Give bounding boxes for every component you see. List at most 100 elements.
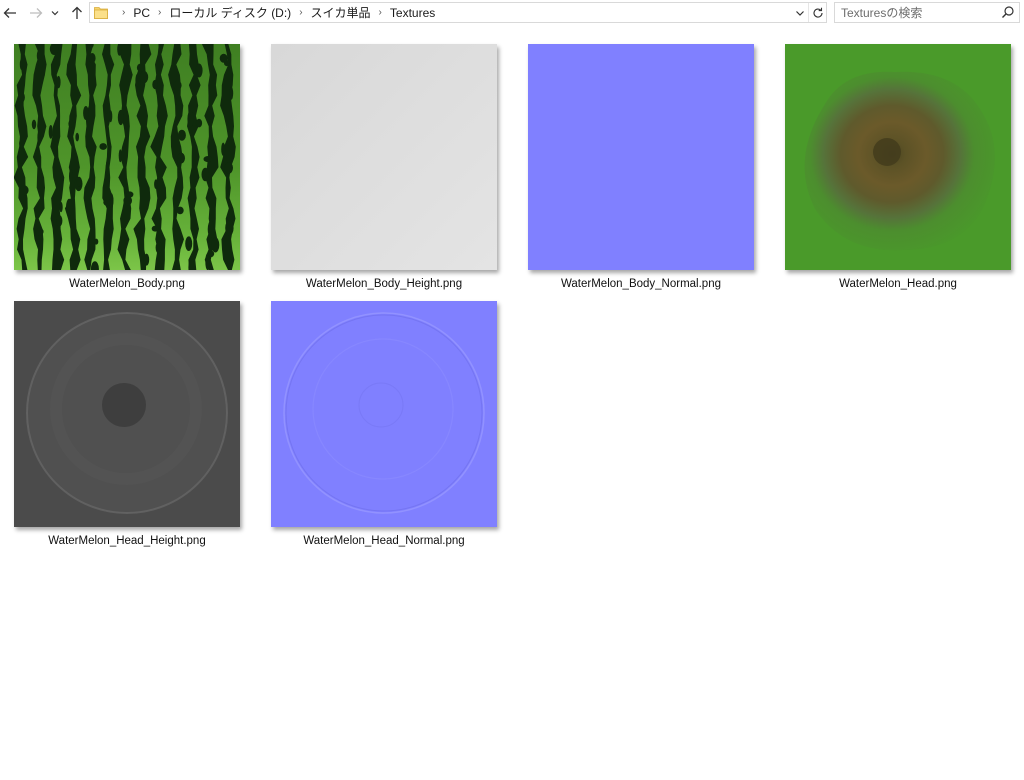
file-name: WaterMelon_Head_Normal.png xyxy=(303,535,465,547)
texture-stripe-blob xyxy=(19,58,23,70)
texture-stripe-blob xyxy=(40,71,45,78)
texture-stripe-blob xyxy=(69,169,73,184)
refresh-button[interactable] xyxy=(808,3,827,22)
texture-stripe-blob xyxy=(187,110,194,128)
texture-stripe-blob xyxy=(139,70,149,84)
texture-stripe-blob xyxy=(59,201,63,213)
texture-stripe-blob xyxy=(151,225,159,232)
chevron-right-icon: › xyxy=(122,7,126,18)
texture-stripe-blob xyxy=(117,109,124,126)
up-button[interactable] xyxy=(67,3,87,23)
search-icon[interactable] xyxy=(1001,5,1015,19)
texture-stripe-blob xyxy=(68,119,74,128)
address-bar[interactable]: › PC › ローカル ディスク (D:) › スイカ単品 › Textures xyxy=(89,2,827,23)
arrow-right-icon xyxy=(30,8,43,18)
texture-stripe-blob xyxy=(177,157,182,173)
file-view: WaterMelon_Body.png WaterMelon_Body_Heig… xyxy=(0,26,1024,780)
texture-stripe-blob xyxy=(94,238,99,245)
file-item[interactable]: WaterMelon_Body.png xyxy=(0,26,250,290)
texture-stripe-blob xyxy=(75,132,79,142)
file-thumbnail xyxy=(14,44,240,270)
texture-stripe-blob xyxy=(109,110,113,123)
texture-stripe-blob xyxy=(176,206,184,215)
texture-stripe-blob xyxy=(152,79,158,90)
texture-stripe-blob xyxy=(18,148,25,164)
texture-stripe-blob xyxy=(177,129,186,141)
file-item[interactable]: WaterMelon_Body_Height.png xyxy=(257,26,507,290)
texture-stripe-blob xyxy=(224,162,233,174)
chevron-right-icon[interactable]: › xyxy=(379,7,382,18)
breadcrumb-item-local-disk[interactable]: ローカル ディスク (D:) xyxy=(169,4,291,21)
file-name: WaterMelon_Head.png xyxy=(839,278,957,290)
texture-stripe-blob xyxy=(37,130,41,146)
texture-stripe-blob xyxy=(103,198,111,206)
breadcrumb-item-pc[interactable]: PC xyxy=(133,6,150,20)
texture-stripe-blob xyxy=(195,118,203,128)
texture-stripe-blob xyxy=(203,156,213,163)
arrow-up-icon xyxy=(72,6,82,19)
search-input[interactable] xyxy=(841,4,991,21)
texture-stripe-blob xyxy=(175,97,182,106)
file-item[interactable]: WaterMelon_Head_Normal.png xyxy=(257,283,507,547)
texture-stripe-blob xyxy=(76,176,82,187)
back-button[interactable] xyxy=(0,3,20,23)
texture-stripe-blob xyxy=(143,253,150,266)
forward-button[interactable] xyxy=(26,3,46,23)
texture-stripe-blob xyxy=(105,102,109,114)
texture-stripe-blob xyxy=(154,179,158,190)
texture-stripe-blob xyxy=(118,149,122,163)
texture-head-image xyxy=(785,44,1011,270)
texture-stripe-blob xyxy=(173,80,182,91)
texture-stripe-blob xyxy=(207,220,215,238)
texture-stripe-blob xyxy=(124,65,129,77)
chevron-down-icon xyxy=(796,10,804,16)
texture-stripe-blob xyxy=(201,167,210,182)
file-thumbnail xyxy=(271,301,497,527)
navigation-toolbar: › PC › ローカル ディスク (D:) › スイカ単品 › Textures xyxy=(0,0,1024,26)
recent-locations-button[interactable] xyxy=(48,3,62,23)
texture-stripe-blob xyxy=(35,227,44,236)
file-thumbnail xyxy=(528,44,754,270)
texture-stripe-blob xyxy=(225,220,234,236)
address-dropdown-button[interactable] xyxy=(793,3,807,22)
refresh-icon xyxy=(813,7,823,18)
file-item[interactable]: WaterMelon_Head.png xyxy=(771,26,1021,290)
folder-icon xyxy=(94,7,108,19)
breadcrumb-item-textures[interactable]: Textures xyxy=(390,6,435,20)
texture-stripe-blob xyxy=(19,185,29,196)
chevron-right-icon[interactable]: › xyxy=(299,7,302,18)
search-box[interactable] xyxy=(834,2,1020,23)
texture-stripe-blob xyxy=(160,119,166,128)
file-item[interactable]: WaterMelon_Head_Height.png xyxy=(0,283,250,547)
texture-stripe-blob xyxy=(56,75,61,89)
texture-stripe-blob xyxy=(90,245,94,256)
texture-stripe-blob xyxy=(38,59,44,68)
texture-stripe-blob xyxy=(195,63,203,78)
texture-stripe-blob xyxy=(88,53,96,64)
file-thumbnail xyxy=(14,301,240,527)
file-name: WaterMelon_Body_Normal.png xyxy=(560,278,721,290)
texture-body-height-image xyxy=(271,44,497,270)
texture-body-image xyxy=(14,44,240,270)
texture-stripe-blob xyxy=(65,198,73,217)
texture-stripe-blob xyxy=(19,138,24,148)
texture-stripe-blob xyxy=(229,86,234,100)
texture-stripe-blob xyxy=(99,143,107,150)
chevron-right-icon[interactable]: › xyxy=(158,7,161,18)
breadcrumb: › PC › ローカル ディスク (D:) › スイカ単品 › Textures xyxy=(114,3,435,22)
texture-stripe-blob xyxy=(135,74,139,87)
texture-stripe-blob xyxy=(155,241,162,254)
texture-stripe-blob xyxy=(126,191,134,198)
texture-stripe-blob xyxy=(219,53,228,63)
chevron-down-icon xyxy=(51,11,59,16)
file-thumbnail xyxy=(785,44,1011,270)
texture-stripe-blob xyxy=(31,119,37,130)
texture-body-normal-image xyxy=(528,44,754,270)
file-item[interactable]: WaterMelon_Body_Normal.png xyxy=(514,26,764,290)
texture-head-height-image xyxy=(14,301,240,527)
texture-stripe-blob xyxy=(56,215,63,227)
texture-stripe-blob xyxy=(105,160,109,176)
texture-stripe-blob xyxy=(221,142,226,156)
breadcrumb-item-folder[interactable]: スイカ単品 xyxy=(311,4,371,21)
texture-stripe-blob xyxy=(83,106,89,120)
